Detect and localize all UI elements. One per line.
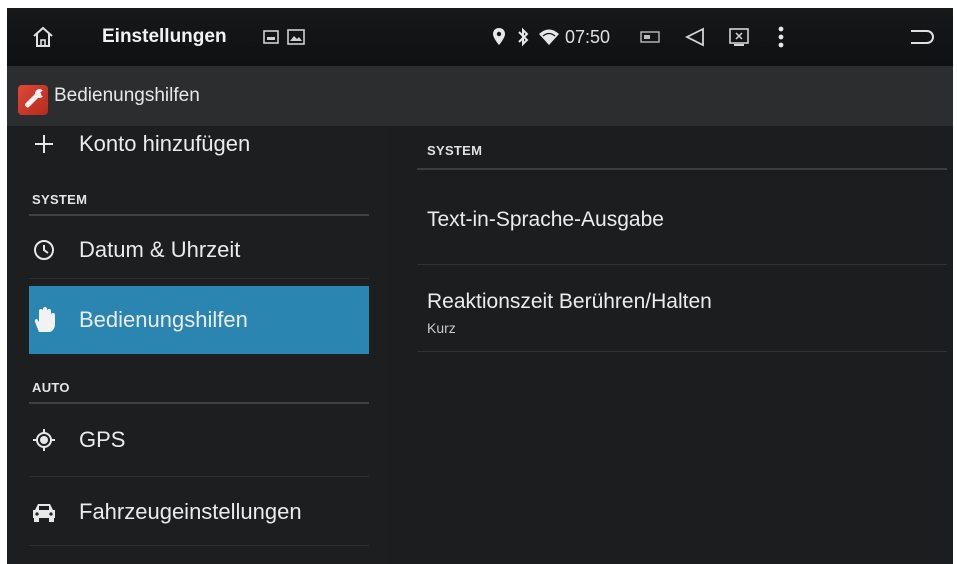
plus-icon: [29, 129, 59, 159]
gps-icon: [29, 425, 59, 455]
screen-icon[interactable]: [640, 8, 660, 66]
bluetooth-icon: [516, 8, 530, 66]
status-bar-title: Einstellungen: [102, 26, 227, 47]
back-icon[interactable]: [907, 8, 937, 66]
text-to-speech-title: Text-in-Sprache-Ausgabe: [427, 208, 664, 231]
section-divider: [29, 214, 369, 216]
touch-hold-delay-title: Reaktionszeit Berühren/Halten: [427, 290, 712, 313]
settings-category-list: Konto hinzufügen SYSTEM Datum & Uhrzeit …: [7, 126, 387, 564]
item-divider: [29, 545, 369, 546]
status-bar: Einstellungen 07:50: [7, 8, 953, 66]
accessibility-settings-panel: SYSTEM Text-in-Sprache-Ausgabe Reaktions…: [387, 126, 953, 564]
gallery-icon: [286, 8, 306, 66]
gps-label: GPS: [79, 427, 126, 452]
section-divider: [29, 402, 369, 404]
setting-divider: [417, 351, 947, 352]
item-divider: [29, 278, 369, 279]
sidebar-item-date-time[interactable]: Datum & Uhrzeit: [29, 222, 369, 278]
android-settings-window: Einstellungen 07:50 Bedienungshilfen Kon…: [7, 8, 953, 564]
vehicle-settings-label: Fahrzeugeinstellungen: [79, 499, 302, 524]
car-icon: [29, 497, 59, 527]
action-bar: Bedienungshilfen: [7, 66, 953, 126]
home-icon[interactable]: [31, 8, 55, 66]
clock-time: 07:50: [565, 26, 611, 47]
section-header-auto: AUTO: [32, 380, 70, 395]
volume-icon[interactable]: [683, 8, 705, 66]
clock-icon: [29, 235, 59, 265]
location-icon: [492, 8, 506, 66]
touch-hold-delay-summary: Kurz: [427, 320, 456, 336]
sidebar-item-vehicle-settings[interactable]: Fahrzeugeinstellungen: [29, 482, 369, 542]
add-account-item[interactable]: Konto hinzufügen: [29, 126, 369, 164]
overflow-menu-icon[interactable]: [777, 8, 785, 66]
sidebar-item-accessibility[interactable]: Bedienungshilfen: [29, 286, 369, 354]
section-header-system: SYSTEM: [32, 192, 88, 207]
wifi-icon: [538, 8, 560, 66]
accessibility-app-icon[interactable]: [18, 85, 48, 115]
image-icon: [262, 8, 280, 66]
accessibility-label: Bedienungshilfen: [79, 307, 248, 332]
panel-section-header: SYSTEM: [427, 143, 483, 158]
screenshot-icon[interactable]: [728, 8, 750, 66]
action-bar-title: Bedienungshilfen: [54, 85, 200, 106]
item-divider: [29, 476, 369, 477]
sidebar-item-gps[interactable]: GPS: [29, 410, 369, 470]
date-time-label: Datum & Uhrzeit: [79, 237, 241, 262]
add-account-label: Konto hinzufügen: [79, 131, 251, 156]
hand-icon: [29, 305, 59, 335]
